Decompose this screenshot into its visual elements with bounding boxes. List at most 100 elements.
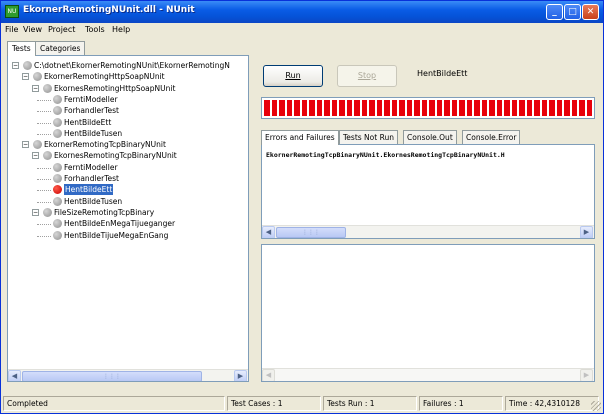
title-bar[interactable]: NU EkornerRemotingNUnit.dll - NUnit _ □ … — [1, 1, 603, 23]
scroll-left-icon[interactable]: ◀ — [262, 369, 275, 381]
run-button[interactable]: Run — [263, 65, 323, 87]
menu-view[interactable]: View — [23, 25, 42, 34]
tab-errors-and-failures[interactable]: Errors and Failures — [261, 130, 339, 145]
progress-segment — [481, 100, 487, 116]
progress-segment — [474, 100, 480, 116]
resize-grip-icon[interactable] — [591, 401, 601, 411]
progress-segment — [556, 100, 562, 116]
menu-file[interactable]: File — [5, 25, 18, 34]
panel-splitter[interactable] — [251, 41, 255, 383]
test-tree[interactable]: − C:\dotnet\EkornerRemotingNUnit\EkornerR… — [7, 55, 249, 382]
menu-help[interactable]: Help — [112, 25, 130, 34]
tree-node-label[interactable]: HentBildeTijueMegaEnGang — [64, 230, 168, 241]
progress-segment — [369, 100, 375, 116]
progress-segment — [564, 100, 570, 116]
progress-segment — [414, 100, 420, 116]
not-run-status-icon — [53, 162, 62, 172]
scroll-right-icon[interactable]: ▶ — [580, 369, 593, 381]
not-run-status-icon — [53, 128, 62, 138]
minimize-icon[interactable]: _ — [546, 4, 563, 20]
scroll-right-icon[interactable]: ▶ — [580, 226, 593, 238]
tree-node-label[interactable]: HentBildeTusen — [64, 128, 122, 139]
progress-segment — [436, 100, 442, 116]
tab-tests-not-run[interactable]: Tests Not Run — [339, 130, 398, 144]
stop-button-label: Stop — [357, 71, 377, 80]
error-entry[interactable]: EkornerRemotingTcpBinaryNUnit.EkornesRem… — [266, 151, 505, 159]
tree-node-label[interactable]: HentBildeEtt — [64, 184, 114, 196]
stack-horizontal-scrollbar[interactable]: ◀ ▶ — [262, 368, 594, 381]
tree-node-label[interactable]: FileSizeRemotingTcpBinary — [54, 207, 154, 218]
menu-project[interactable]: Project — [48, 25, 75, 34]
progress-segment — [361, 100, 367, 116]
scrollbar-thumb[interactable]: ⋮⋮⋮ — [276, 227, 346, 238]
stack-trace-panel[interactable]: ◀ ▶ — [261, 244, 595, 382]
tab-tests[interactable]: Tests — [7, 41, 36, 56]
progress-bar — [261, 97, 595, 119]
tree-node-label[interactable]: HentBildeEtt — [64, 117, 111, 128]
progress-segment — [496, 100, 502, 116]
tree-node-label[interactable]: FerntiModeller — [64, 162, 118, 173]
scroll-left-icon[interactable]: ◀ — [8, 370, 21, 381]
progress-segment — [571, 100, 577, 116]
collapse-icon[interactable]: − — [22, 73, 29, 81]
not-run-status-icon — [53, 230, 62, 240]
status-tests-run: Tests Run : 1 — [323, 396, 417, 411]
errors-list[interactable]: EkornerRemotingTcpBinaryNUnit.EkornesRem… — [261, 144, 595, 239]
status-bar: Completed Test Cases : 1 Tests Run : 1 F… — [1, 393, 603, 413]
tab-console-error[interactable]: Console.Error — [462, 130, 521, 144]
progress-segment — [399, 100, 405, 116]
tree-node-label[interactable]: EkornesRemotingHttpSoapNUnit — [54, 83, 175, 94]
tree-node-label[interactable]: ForhandlerTest — [64, 173, 119, 184]
collapse-icon[interactable]: − — [22, 141, 29, 149]
menu-bar: File View Project Tools Help — [1, 23, 603, 39]
progress-segment — [541, 100, 547, 116]
progress-segment — [549, 100, 555, 116]
tree-node-label[interactable]: HentBildeTusen — [64, 196, 122, 207]
nunit-app-icon: NU — [5, 5, 19, 18]
not-run-status-icon — [53, 106, 62, 116]
tree-node-label[interactable]: ForhandlerTest — [64, 105, 119, 116]
progress-segment — [264, 100, 270, 116]
progress-segment — [511, 100, 517, 116]
tree-node-label[interactable]: FerntiModeller — [64, 94, 118, 105]
progress-segment — [271, 100, 277, 116]
scroll-right-icon[interactable]: ▶ — [234, 370, 247, 381]
progress-segment — [279, 100, 285, 116]
tree-node-label[interactable]: C:\dotnet\EkornerRemotingNUnit\EkornerRe… — [34, 60, 230, 71]
tab-categories[interactable]: Categories — [35, 41, 86, 55]
collapse-icon[interactable]: − — [32, 84, 39, 92]
progress-segment — [429, 100, 435, 116]
tree-node-label[interactable]: EkornerRemotingHttpSoapNUnit — [44, 71, 165, 82]
not-run-status-icon — [53, 196, 62, 206]
progress-segment — [489, 100, 495, 116]
tree-node-label[interactable]: HentBildeEnMegaTijueganger — [64, 218, 175, 229]
progress-segment — [339, 100, 345, 116]
tree-horizontal-scrollbar[interactable]: ◀ ⋮⋮⋮ ▶ — [8, 369, 248, 381]
not-run-status-icon — [53, 174, 62, 183]
menu-tools[interactable]: Tools — [85, 25, 105, 34]
maximize-icon[interactable]: □ — [564, 4, 581, 20]
status-failures: Failures : 1 — [419, 396, 503, 411]
tree-node-label[interactable]: EkornesRemotingTcpBinaryNUnit — [54, 150, 177, 161]
progress-segment — [286, 100, 292, 116]
tree-node-label[interactable]: EkornerRemotingTcpBinaryNUnit — [44, 139, 166, 150]
progress-segment — [406, 100, 412, 116]
collapse-icon[interactable]: − — [32, 208, 39, 216]
not-run-status-icon — [53, 117, 62, 127]
nunit-window: NU EkornerRemotingNUnit.dll - NUnit _ □ … — [0, 0, 604, 414]
progress-segment — [309, 100, 315, 116]
progress-segment — [331, 100, 337, 116]
status-time: Time : 42,4310128 — [505, 396, 599, 411]
scrollbar-thumb[interactable]: ⋮⋮⋮ — [22, 371, 202, 381]
collapse-icon[interactable]: − — [12, 62, 19, 69]
stop-button[interactable]: Stop — [337, 65, 397, 87]
close-icon[interactable]: ✕ — [582, 4, 599, 20]
progress-segment — [346, 100, 352, 116]
errors-horizontal-scrollbar[interactable]: ◀ ⋮⋮⋮ ▶ — [262, 225, 594, 238]
progress-segment — [391, 100, 397, 116]
scroll-left-icon[interactable]: ◀ — [262, 226, 275, 238]
collapse-icon[interactable]: − — [32, 152, 39, 160]
progress-segment — [519, 100, 525, 116]
status-state: Completed — [3, 396, 225, 411]
tab-console-out[interactable]: Console.Out — [403, 130, 457, 144]
